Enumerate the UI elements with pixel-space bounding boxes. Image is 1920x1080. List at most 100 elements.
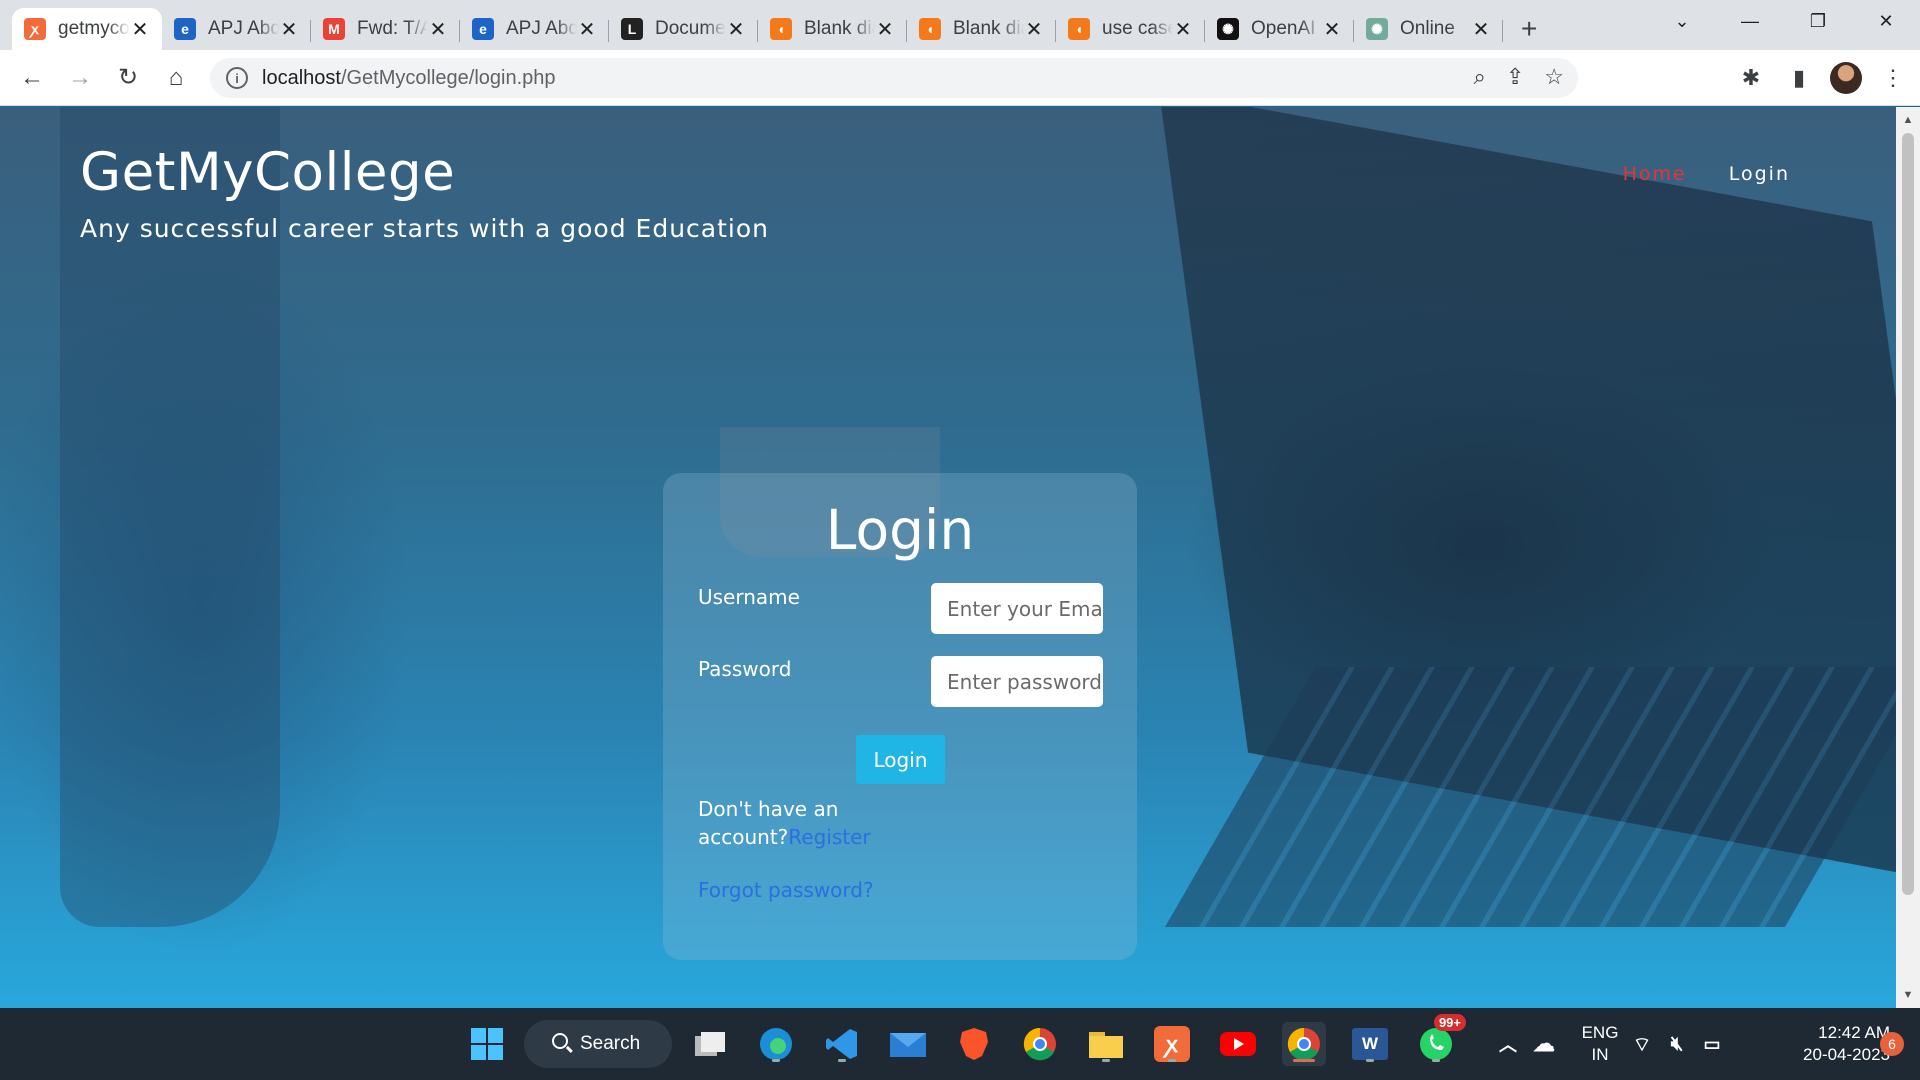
tab-close-icon[interactable]: ✕ — [279, 17, 299, 42]
url-text[interactable]: localhost/GetMycollege/login.php — [262, 67, 556, 90]
clock-time: 12:42 AM — [1818, 1023, 1890, 1042]
tab-title: APJ Abdul Kalam — [506, 18, 577, 39]
whatsapp-badge: 99+ — [1433, 1014, 1466, 1031]
search-icon — [552, 1033, 568, 1049]
volume-muted-icon[interactable]: 🔇︎ — [1662, 1022, 1692, 1066]
chatgpt-icon: ✺ — [1366, 18, 1388, 40]
back-button[interactable]: ← — [8, 54, 56, 102]
task-view-icon[interactable] — [688, 1022, 732, 1066]
clock[interactable]: 12:42 AM 20-04-2023 — [1740, 1022, 1890, 1066]
tab-0[interactable]: ꭗ getmycollege✕ — [12, 8, 162, 50]
tab-9[interactable]: ✺ Online ✕ — [1354, 8, 1503, 50]
edge-ie-icon: e — [174, 18, 196, 40]
chrome-icon[interactable] — [1018, 1022, 1062, 1066]
tab-title: Fwd: T/A — [357, 18, 428, 39]
xampp-icon: ꭗ — [24, 18, 46, 40]
tab-title: Blank diagram — [953, 18, 1024, 39]
edge-browser-icon[interactable] — [754, 1022, 798, 1066]
nav-login-link[interactable]: Login — [1729, 163, 1790, 185]
close-window-button[interactable]: ✕ — [1852, 0, 1920, 42]
tab-title: APJ Abdul Kalam — [208, 18, 279, 39]
language-indicator[interactable]: ENG IN — [1580, 1022, 1620, 1066]
tab-3[interactable]: e APJ Abdul Kalam✕ — [460, 8, 609, 50]
tab-close-icon[interactable]: ✕ — [1024, 17, 1044, 42]
address-bar[interactable]: i localhost/GetMycollege/login.php ⌕ ⇪ ☆ — [210, 58, 1578, 98]
menu-kebab-icon[interactable]: ⋮ — [1876, 54, 1910, 102]
forward-button[interactable]: → — [56, 54, 104, 102]
new-tab-button[interactable]: + — [1521, 8, 1537, 50]
tab-search-icon[interactable]: ⌄ — [1648, 0, 1716, 42]
register-prompt: Don't have an account?Register — [698, 795, 898, 851]
login-heading: Login — [825, 498, 975, 562]
tab-close-icon[interactable]: ✕ — [1471, 17, 1491, 42]
tab-close-icon[interactable]: ✕ — [577, 17, 597, 42]
zoom-icon[interactable]: ⌕ — [1474, 64, 1486, 90]
document-icon: L — [621, 18, 643, 40]
home-button[interactable]: ⌂ — [152, 54, 200, 102]
language-line1: ENG — [1581, 1023, 1619, 1042]
bookmark-star-icon[interactable]: ☆ — [1544, 64, 1564, 90]
tab-close-icon[interactable]: ✕ — [726, 17, 746, 42]
register-link[interactable]: Register — [788, 825, 870, 849]
login-submit-button[interactable]: Login — [856, 735, 945, 784]
brave-browser-icon[interactable] — [952, 1022, 996, 1066]
tab-8[interactable]: ✺ OpenAI ✕ — [1205, 8, 1354, 50]
scrollbar-thumb[interactable] — [1902, 133, 1914, 895]
notification-count-badge[interactable]: 6 — [1880, 1032, 1904, 1056]
tab-1[interactable]: e APJ Abdul Kalam✕ — [162, 8, 311, 50]
profile-avatar[interactable] — [1830, 62, 1862, 94]
forgot-password-link[interactable]: Forgot password? — [698, 878, 874, 902]
edge-ie-icon: e — [472, 18, 494, 40]
battery-icon[interactable]: ▭ — [1697, 1022, 1727, 1066]
gmail-icon: M — [323, 18, 345, 40]
restore-button[interactable]: ❐ — [1784, 0, 1852, 42]
site-brand[interactable]: GetMyCollege — [80, 142, 455, 203]
xampp-icon[interactable]: ꭗ — [1150, 1022, 1194, 1066]
window-controls: ⌄ — ❐ ✕ — [1648, 0, 1920, 42]
side-panel-icon[interactable]: ▮ — [1782, 54, 1816, 102]
nav-home-link[interactable]: Home — [1623, 163, 1687, 185]
tab-close-icon[interactable]: ✕ — [428, 17, 448, 42]
word-icon[interactable]: W — [1348, 1022, 1392, 1066]
username-input[interactable] — [931, 583, 1103, 634]
browser-toolbar: ← → ↻ ⌂ i localhost/GetMycollege/login.p… — [0, 50, 1920, 106]
windows-taskbar: Search ꭗ W 99+ ︿ ☁ ENG IN ⌔ 🔇︎ ▭ 12:42 AM… — [0, 1008, 1920, 1080]
tab-4[interactable]: L Document✕ — [609, 8, 758, 50]
minimize-button[interactable]: — — [1716, 0, 1784, 42]
site-info-icon[interactable]: i — [226, 67, 248, 89]
youtube-icon[interactable] — [1216, 1022, 1260, 1066]
vscode-icon[interactable] — [820, 1022, 864, 1066]
lucidchart-icon: ◖ — [1068, 18, 1090, 40]
tab-7[interactable]: ◖ use case ✕ — [1056, 8, 1205, 50]
tab-close-icon[interactable]: ✕ — [1173, 17, 1193, 42]
scroll-up-arrow-icon[interactable]: ▲ — [1896, 109, 1920, 131]
onedrive-cloud-icon[interactable]: ☁ — [1522, 1022, 1566, 1066]
tab-2[interactable]: M Fwd: T/A ✕ — [311, 8, 460, 50]
wifi-icon[interactable]: ⌔ — [1627, 1022, 1657, 1066]
url-host: localhost — [262, 66, 341, 89]
tab-6[interactable]: ◖ Blank diagram✕ — [907, 8, 1056, 50]
tab-close-icon[interactable]: ✕ — [1322, 17, 1342, 42]
language-line2: IN — [1591, 1045, 1609, 1064]
tab-5[interactable]: ◖ Blank diagram✕ — [758, 8, 907, 50]
tab-title: Blank diagram — [804, 18, 875, 39]
tab-title: OpenAI — [1251, 18, 1316, 39]
start-windows-icon[interactable] — [465, 1022, 509, 1066]
chrome-profile-icon[interactable] — [1282, 1022, 1326, 1066]
mail-icon[interactable] — [886, 1022, 930, 1066]
tab-title: use case — [1102, 18, 1173, 39]
scroll-down-arrow-icon[interactable]: ▼ — [1896, 984, 1920, 1006]
share-icon[interactable]: ⇪ — [1506, 64, 1524, 90]
taskbar-search-label: Search — [580, 1033, 641, 1054]
extensions-icon[interactable]: ✱ — [1734, 54, 1768, 102]
password-input[interactable] — [931, 656, 1103, 707]
file-explorer-icon[interactable] — [1084, 1022, 1128, 1066]
tab-close-icon[interactable]: ✕ — [875, 17, 895, 42]
login-card: Login Username Password Login Don't have… — [663, 473, 1137, 960]
page-scrollbar[interactable]: ▲ ▼ — [1896, 107, 1920, 1008]
tab-close-icon[interactable]: ✕ — [130, 17, 150, 42]
whatsapp-icon[interactable]: 99+ — [1414, 1014, 1466, 1066]
reload-button[interactable]: ↻ — [104, 54, 152, 102]
taskbar-search[interactable]: Search — [524, 1020, 672, 1068]
url-path: /GetMycollege/login.php — [340, 66, 556, 89]
